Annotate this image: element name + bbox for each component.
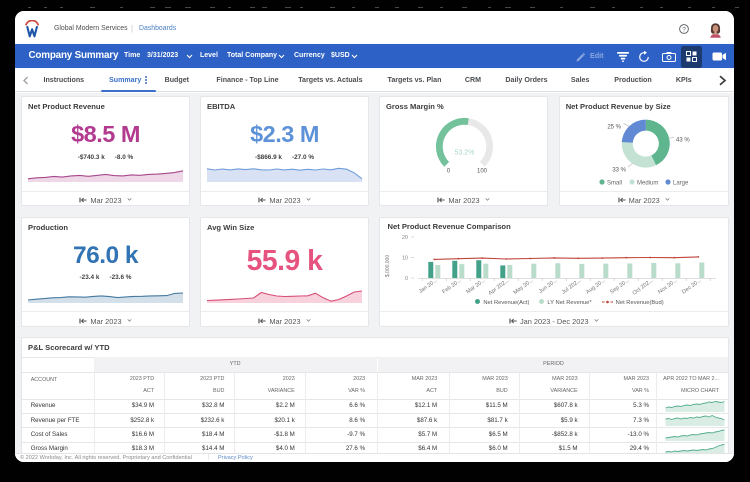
- svg-text:Medium: Medium: [637, 180, 658, 186]
- svg-text:33 %: 33 %: [612, 168, 626, 174]
- svg-text:43 %: 43 %: [676, 138, 690, 144]
- svg-text:Large: Large: [673, 180, 689, 186]
- svg-text:?: ?: [682, 27, 686, 34]
- svg-text:25 %: 25 %: [607, 125, 621, 131]
- svg-text:0: 0: [447, 169, 451, 175]
- svg-text:20: 20: [402, 235, 408, 241]
- svg-text:53.2%: 53.2%: [455, 150, 475, 157]
- svg-text:0: 0: [405, 276, 408, 282]
- svg-text:Small: Small: [607, 180, 622, 186]
- svg-text:100: 100: [477, 169, 488, 175]
- svg-text:10: 10: [402, 255, 408, 261]
- svg-text:$,000,000: $,000,000: [385, 254, 391, 276]
